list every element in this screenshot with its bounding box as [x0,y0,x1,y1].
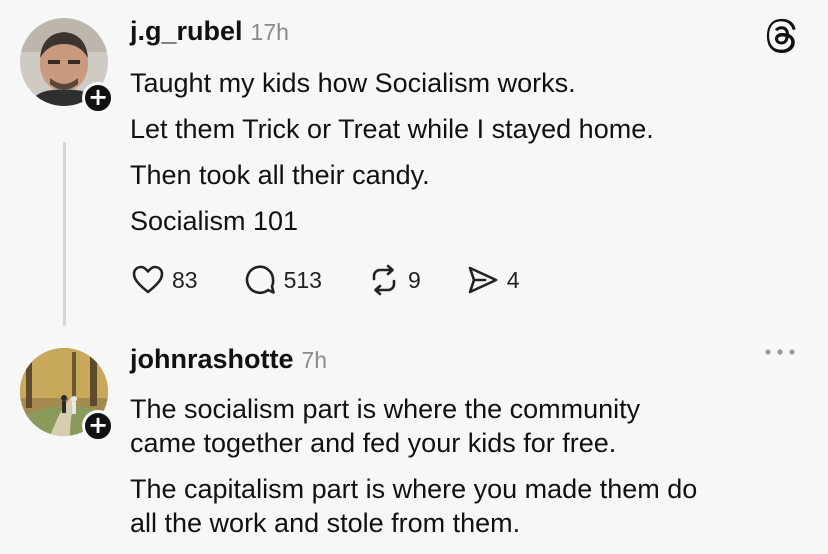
timestamp: 7h [301,347,328,373]
timestamp: 17h [250,19,289,45]
like-button[interactable]: 83 [130,262,198,298]
post-text-line: Then took all their candy. [130,160,430,190]
post-text: Taught my kids how Socialism works. Let … [130,66,810,250]
repost-count: 9 [407,266,421,293]
post-text-line: all the work and stole from them. [130,508,521,538]
post-text-line: Socialism 101 [130,206,299,236]
post-text-line: The socialism part is where the communit… [130,394,641,424]
threads-logo-icon[interactable] [764,18,800,54]
like-count: 83 [172,266,198,293]
share-count: 4 [506,266,520,293]
post-actions: 83 513 9 4 [130,262,564,298]
repost-icon [372,264,396,296]
send-icon [468,266,498,294]
post-text-line: came together and fed your kids for free… [130,428,617,458]
post-text-line: Let them Trick or Treat while I stayed h… [130,114,654,144]
reply-button[interactable]: 513 [242,262,322,298]
username[interactable]: j.g_rubel [130,16,243,47]
repost-button[interactable]: 9 [366,262,421,298]
post: + johnrashotte 7h The socialism part is … [0,330,828,554]
share-button[interactable]: 4 [465,262,520,298]
reply-count: 513 [283,266,322,293]
comment-icon [245,265,275,295]
more-options-icon[interactable] [760,342,800,362]
post-header: johnrashotte 7h [130,344,327,375]
post-text-line: Taught my kids how Socialism works. [130,68,576,98]
thread-line [63,142,66,326]
post-text: The socialism part is where the communit… [130,392,810,540]
threads-feed: + j.g_rubel 17h Taught my kids how Socia… [0,0,828,554]
follow-button[interactable]: + [82,82,114,114]
post: + j.g_rubel 17h Taught my kids how Socia… [0,0,828,330]
post-text-line: The capitalism part is where you made th… [130,474,698,504]
username[interactable]: johnrashotte [130,344,294,375]
follow-button[interactable]: + [82,410,114,442]
post-header: j.g_rubel 17h [130,16,289,47]
heart-icon [132,265,164,294]
